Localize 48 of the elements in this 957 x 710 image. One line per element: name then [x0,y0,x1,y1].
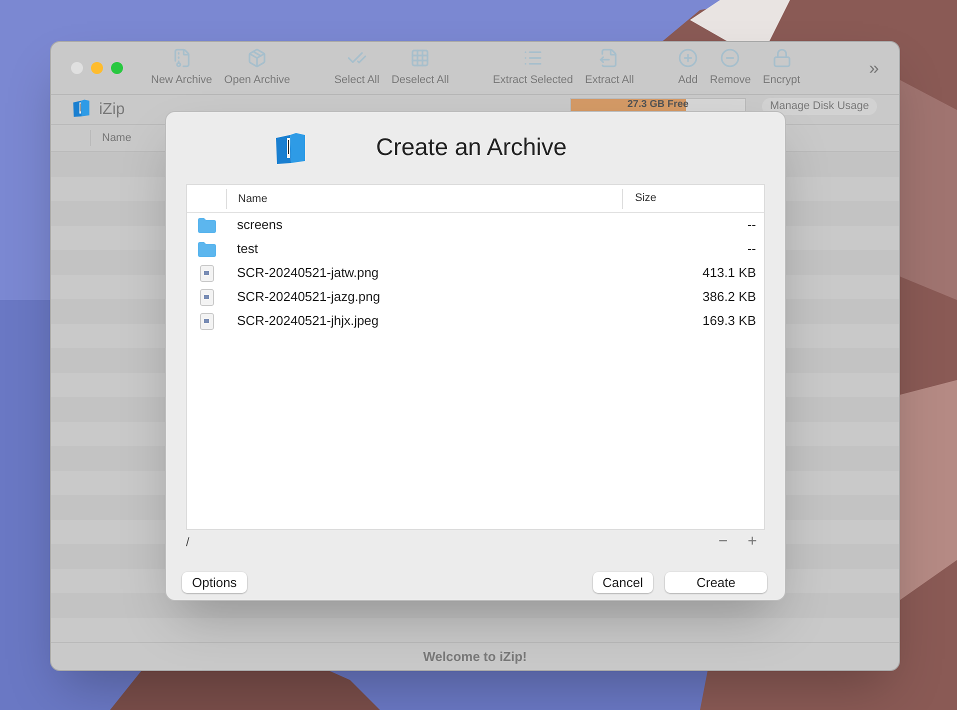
file-name: test [236,240,259,258]
toolbar-button[interactable]: Extract All [579,48,640,88]
toolbar-button[interactable]: Select All [328,48,386,88]
image-file-icon [200,312,214,330]
toolbar-button[interactable]: Encrypt [756,48,806,88]
column-header[interactable]: Size [623,190,656,207]
manage-disk-button[interactable]: Manage Disk Usage [762,98,877,115]
file-name: SCR-20240521-jatw.png [236,264,380,282]
dialog-title: Create an Archive [376,133,567,163]
file-name: screens [236,216,284,234]
toolbar-button[interactable]: New Archive [145,48,218,88]
box-icon [247,48,268,68]
file-name: SCR-20240521-jazg.png [236,288,382,306]
add-button[interactable]: + [744,530,761,554]
toolbar-button[interactable]: Remove [704,48,757,88]
path-label: / [186,534,190,551]
toolbar-button[interactable]: Extract Selected [486,48,580,88]
file-size: -- [746,216,757,234]
zip-folder-icon [71,98,91,118]
file-arrow-icon [599,48,620,68]
toolbar-button[interactable]: Open Archive [218,48,296,88]
archive-file-icon [172,48,192,68]
column-header[interactable]: Name [102,130,132,146]
window-control[interactable] [91,62,103,74]
window-control[interactable] [111,62,123,74]
minus-circle-icon [720,48,740,68]
file-size: 169.3 KB [702,312,757,330]
app-name: iZip [99,100,125,120]
create-button[interactable]: Create [665,572,767,593]
file-name: SCR-20240521-jhjx.jpeg [236,312,380,330]
status-text: Welcome to iZip! [423,648,527,666]
cancel-button[interactable]: Cancel [592,572,653,593]
column-header[interactable]: Name [227,188,623,208]
file-size: -- [746,240,757,258]
toolbar-button[interactable]: Deselect All [385,48,455,88]
image-file-icon [200,264,214,282]
folder-icon [198,218,216,232]
lock-icon [772,48,792,68]
options-button[interactable]: Options [182,572,247,593]
toolbar-button[interactable]: Add [672,48,704,88]
remove-button[interactable]: − [714,530,732,554]
plus-circle-icon [678,48,698,68]
grid-icon [410,48,430,68]
file-size: 413.1 KB [702,264,757,282]
file-size: 386.2 KB [702,288,757,306]
overflow-button[interactable]: » [868,54,879,82]
folder-icon [198,242,216,256]
image-file-icon [200,288,214,306]
